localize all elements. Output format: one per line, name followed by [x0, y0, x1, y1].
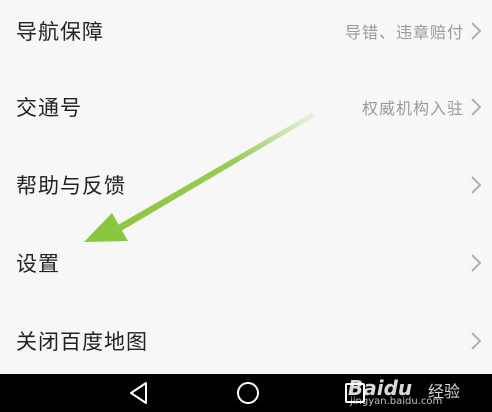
menu-item-hint: 导错、违章赔付 [344, 23, 464, 42]
menu-item-label: 导航保障 [16, 20, 104, 44]
chevron-right-icon [469, 174, 483, 196]
menu-item-hint: 权威机构入驻 [361, 99, 464, 118]
chevron-right-icon [469, 252, 483, 274]
menu-item-help-feedback[interactable]: 帮助与反馈 [0, 146, 492, 224]
menu-item-label: 帮助与反馈 [16, 174, 126, 198]
system-navigation-bar [0, 374, 492, 412]
menu-item-traffic-account[interactable]: 交通号 权威机构入驻 [0, 68, 492, 146]
menu-item-settings[interactable]: 设置 [0, 224, 492, 302]
menu-item-label: 设置 [16, 252, 60, 276]
settings-menu-list: 导航保障 导错、违章赔付 交通号 权威机构入驻 帮助与反馈 设置 关闭百度地图 [0, 0, 492, 374]
chevron-right-icon [469, 330, 483, 352]
home-icon[interactable] [233, 378, 263, 408]
recents-icon[interactable] [340, 378, 370, 408]
chevron-right-icon [469, 96, 483, 118]
menu-item-label: 关闭百度地图 [16, 330, 148, 354]
menu-item-label: 交通号 [16, 96, 82, 120]
menu-item-close-baidu-map[interactable]: 关闭百度地图 [0, 302, 492, 380]
chevron-right-icon [469, 20, 483, 42]
back-icon[interactable] [124, 378, 154, 408]
menu-item-nav-guarantee[interactable]: 导航保障 导错、违章赔付 [0, 0, 492, 70]
